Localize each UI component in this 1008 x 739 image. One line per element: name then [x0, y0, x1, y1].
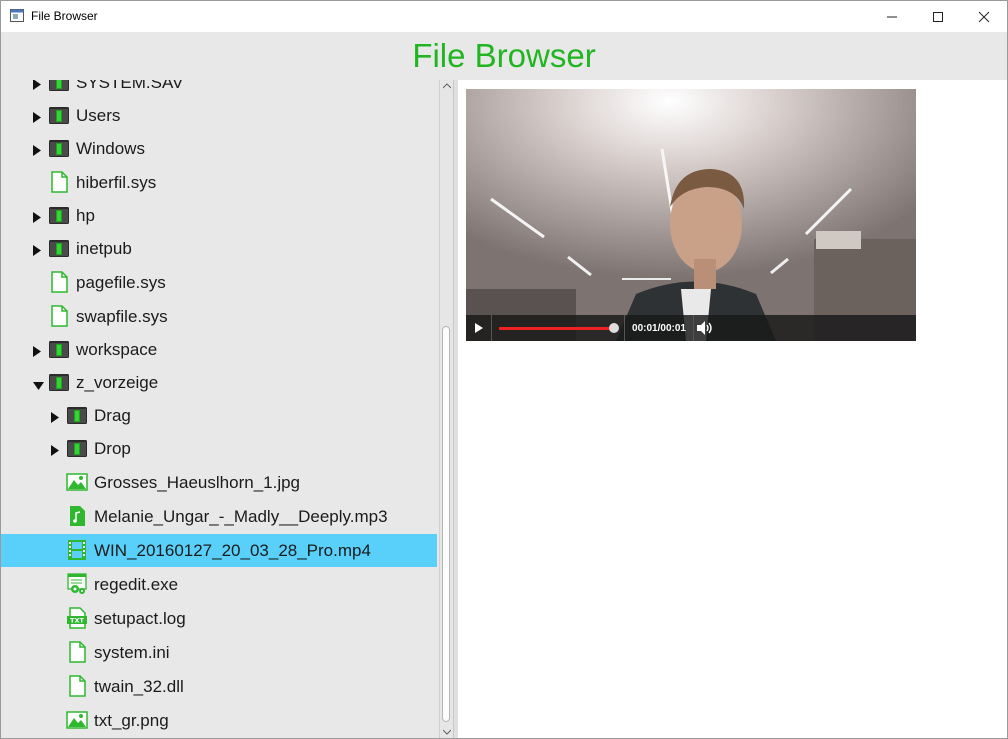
- tree-item-label: inetpub: [76, 239, 132, 258]
- window-title: File Browser: [31, 9, 98, 23]
- tree-scrollbar[interactable]: [439, 80, 453, 738]
- expand-arrow-icon[interactable]: [33, 344, 43, 362]
- maximize-icon: [933, 11, 943, 22]
- tree-folder-row[interactable]: Drag: [1, 399, 437, 432]
- video-player[interactable]: 00:01/00:01: [466, 89, 916, 341]
- tree-item-label: twain_32.dll: [94, 677, 184, 696]
- tree-file-row[interactable]: twain_32.dll: [1, 670, 437, 703]
- folder-icon: [48, 338, 70, 360]
- app-header: File Browser: [1, 32, 1007, 80]
- file-tree[interactable]: SYSTEM.SAV Users Windows hiberfil.sys hp inet…: [1, 80, 439, 738]
- scroll-down-icon[interactable]: [443, 729, 451, 735]
- folder-icon: [66, 404, 88, 426]
- play-button[interactable]: [466, 315, 492, 341]
- page-title: File Browser: [412, 37, 596, 74]
- tree-folder-row[interactable]: workspace: [1, 333, 437, 366]
- tree-file-row[interactable]: pagefile.sys: [1, 266, 437, 299]
- tree-item-label: Windows: [76, 139, 145, 158]
- tree-item-label: Users: [76, 106, 121, 125]
- tree-folder-row[interactable]: z_vorzeige: [1, 366, 437, 399]
- preview-pane: 00:01/00:01: [458, 80, 1007, 738]
- tree-item-label: Melanie_Ungar_-_Madly__Deeply.mp3: [94, 507, 388, 526]
- tree-item-label: Drag: [94, 406, 131, 425]
- maximize-button[interactable]: [915, 1, 961, 32]
- time-display: 00:01/00:01: [624, 315, 694, 341]
- tree-item-label: WIN_20160127_20_03_28_Pro.mp4: [94, 541, 371, 560]
- tree-item-label: txt_gr.png: [94, 711, 169, 730]
- scroll-up-icon[interactable]: [443, 83, 451, 89]
- expand-arrow-icon[interactable]: [33, 143, 43, 161]
- tree-item-label: pagefile.sys: [76, 273, 166, 292]
- tree-file-row[interactable]: hiberfil.sys: [1, 166, 437, 199]
- svg-text:TXT: TXT: [70, 617, 84, 625]
- close-icon: [978, 11, 990, 22]
- tree-folder-row[interactable]: Drop: [1, 432, 437, 465]
- folder-icon: [48, 80, 70, 93]
- file-icon: [48, 305, 70, 327]
- tree-item-label: Drop: [94, 439, 131, 458]
- expand-arrow-icon[interactable]: [33, 110, 43, 128]
- tree-folder-row[interactable]: hp: [1, 199, 437, 232]
- folder-icon: [48, 371, 70, 393]
- tree-file-row[interactable]: WIN_20160127_20_03_28_Pro.mp4: [1, 534, 437, 567]
- audio-file-icon: [66, 505, 88, 527]
- file-icon: [48, 171, 70, 193]
- video-frame: [466, 89, 916, 341]
- tree-folder-row[interactable]: SYSTEM.SAV: [1, 80, 437, 99]
- minimize-button[interactable]: [869, 1, 915, 32]
- tree-file-row[interactable]: txt_gr.png: [1, 704, 437, 737]
- folder-icon: [48, 137, 70, 159]
- seek-handle[interactable]: [609, 323, 619, 333]
- video-controls: 00:01/00:01: [466, 315, 916, 341]
- image-file-icon: [66, 471, 88, 493]
- tree-item-label: workspace: [76, 340, 158, 359]
- folder-icon: [48, 237, 70, 259]
- play-icon: [474, 323, 483, 333]
- expand-arrow-icon[interactable]: [33, 80, 43, 95]
- expand-arrow-icon[interactable]: [33, 243, 43, 261]
- tree-item-label: z_vorzeige: [76, 373, 159, 392]
- tree-file-row[interactable]: swapfile.sys: [1, 300, 437, 333]
- file-icon: [48, 271, 70, 293]
- folder-icon: [48, 104, 70, 126]
- tree-item-label: SYSTEM.SAV: [76, 80, 184, 92]
- seek-bar[interactable]: [499, 327, 614, 330]
- tree-file-row[interactable]: Melanie_Ungar_-_Madly__Deeply.mp3: [1, 500, 437, 533]
- collapse-arrow-icon[interactable]: [33, 379, 44, 397]
- tree-folder-row[interactable]: Windows: [1, 132, 437, 165]
- expand-arrow-icon[interactable]: [51, 443, 61, 461]
- tree-file-row[interactable]: regedit.exe: [1, 568, 437, 601]
- image-file-icon: [66, 709, 88, 731]
- tree-item-label: setupact.log: [94, 609, 186, 628]
- tree-item-label: Grosses_Haeuslhorn_1.jpg: [94, 473, 301, 492]
- app-window: File Browser File Browser SYSTEM.SAV User…: [0, 0, 1008, 739]
- tree-item-label: hiberfil.sys: [76, 173, 157, 192]
- file-icon: [66, 641, 88, 663]
- tree-item-label: regedit.exe: [94, 575, 179, 594]
- app-icon: [10, 9, 24, 22]
- text-file-icon: TXT: [66, 607, 88, 629]
- tree-item-label: swapfile.sys: [76, 307, 168, 326]
- tree-item-label: system.ini: [94, 643, 170, 662]
- volume-icon[interactable]: [696, 320, 714, 336]
- folder-icon: [66, 437, 88, 459]
- file-icon: [66, 675, 88, 697]
- tree-folder-row[interactable]: Users: [1, 99, 437, 132]
- folder-icon: [48, 204, 70, 226]
- title-bar[interactable]: File Browser: [1, 1, 1007, 32]
- tree-folder-row[interactable]: inetpub: [1, 232, 437, 265]
- executable-file-icon: [66, 573, 88, 595]
- minimize-icon: [887, 16, 897, 17]
- expand-arrow-icon[interactable]: [33, 210, 43, 228]
- expand-arrow-icon[interactable]: [51, 410, 61, 428]
- video-file-icon: [66, 539, 88, 561]
- tree-item-label: hp: [76, 206, 95, 225]
- tree-file-row[interactable]: TXT setupact.log: [1, 602, 437, 635]
- scrollbar-thumb[interactable]: [442, 326, 450, 722]
- close-button[interactable]: [961, 1, 1007, 32]
- tree-file-row[interactable]: Grosses_Haeuslhorn_1.jpg: [1, 466, 437, 499]
- tree-file-row[interactable]: system.ini: [1, 636, 437, 669]
